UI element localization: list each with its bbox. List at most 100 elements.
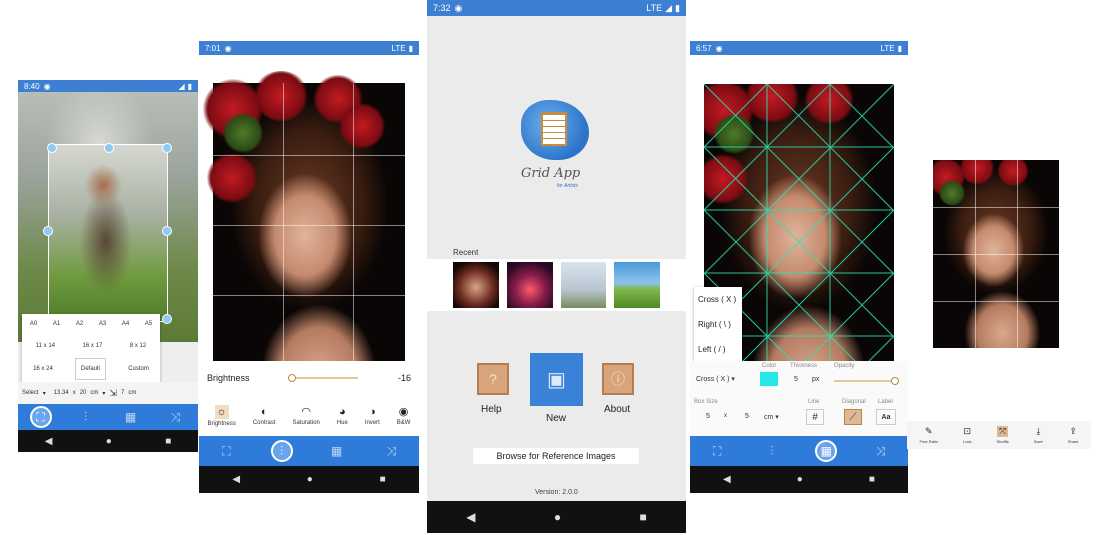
side-value[interactable]: 7 <box>121 390 124 396</box>
times-sign: x <box>724 413 727 419</box>
status-bar: 8:40 ◉ ◢ ▮ <box>18 80 198 92</box>
recents-icon[interactable]: ■ <box>640 510 647 524</box>
grid-icon[interactable]: ▦ <box>120 406 142 428</box>
box-width[interactable]: 5 <box>706 413 710 420</box>
diagonal-toggle[interactable]: ⟋ <box>844 409 862 425</box>
crop-handle-t[interactable] <box>104 143 114 153</box>
crop-handle-r[interactable] <box>162 226 172 236</box>
tool-contrast[interactable]: ◐ Contrast <box>253 406 276 426</box>
recents-icon[interactable]: ■ <box>869 474 875 485</box>
invert-icon: ◑ <box>368 405 376 418</box>
crop-handle-l[interactable] <box>43 226 53 236</box>
tool-brightness[interactable]: ☼ Brightness <box>207 404 236 427</box>
crop-handle-tl[interactable] <box>47 143 57 153</box>
shuffle-icon[interactable]: ⤨ <box>870 440 892 462</box>
home-icon[interactable]: ● <box>106 436 112 447</box>
tool-save[interactable]: ⤓ Save <box>1034 426 1043 444</box>
tool-label: Shuffle <box>996 439 1009 444</box>
crop-icon[interactable]: ⛶ <box>216 440 238 462</box>
tool-hue[interactable]: ◕ Hue <box>337 406 348 426</box>
crop-icon[interactable]: ⛶ <box>29 406 52 428</box>
color-swatch[interactable] <box>760 372 778 386</box>
menu-right[interactable]: Right ( \ ) <box>694 312 742 337</box>
recents-icon[interactable]: ■ <box>165 436 171 447</box>
home-icon[interactable]: ● <box>554 510 561 524</box>
tool-invert[interactable]: ◑ Invert <box>365 406 380 426</box>
paper-a0[interactable]: A0 <box>30 314 37 334</box>
status-time: 7:32 <box>433 3 451 13</box>
tool-free-ratio[interactable]: ✎ Free Ratio <box>919 426 938 444</box>
back-icon[interactable]: ◀ <box>45 436 53 447</box>
recent-thumb[interactable] <box>560 262 607 308</box>
back-icon[interactable]: ◀ <box>232 474 240 485</box>
adjust-tools: ☼ Brightness ◐ Contrast ◠ Saturation ◕ Hue ◑… <box>199 395 419 436</box>
adjust-icon[interactable]: ⫶ <box>761 440 783 462</box>
browse-button[interactable]: Browse for Reference Images <box>473 448 639 464</box>
back-icon[interactable]: ◀ <box>723 474 731 485</box>
tool-share[interactable]: ⇪ Share <box>1068 426 1079 444</box>
home-icon[interactable]: ● <box>797 474 803 485</box>
recent-thumb[interactable] <box>453 262 499 308</box>
crop-icon[interactable]: ⛶ <box>706 440 728 462</box>
paper-16x24[interactable]: 16 x 24 <box>33 358 53 380</box>
paper-custom[interactable]: Custom <box>128 358 149 380</box>
battery-icon: ▮ <box>187 81 192 91</box>
box-unit[interactable]: cm ▾ <box>764 413 779 421</box>
diagonal-label: Diagonal <box>842 399 866 405</box>
times-sign: x <box>72 390 76 396</box>
menu-cross[interactable]: Cross ( X ) <box>694 287 742 312</box>
label-toggle[interactable]: Aa <box>876 409 896 425</box>
home-icon[interactable]: ● <box>307 474 313 485</box>
paper-a5[interactable]: A5 <box>145 314 152 334</box>
opacity-slider[interactable] <box>834 377 899 385</box>
size-select[interactable]: Select <box>22 390 39 396</box>
paper-8x12[interactable]: 8 x 12 <box>130 334 146 358</box>
notification-icon: ◉ <box>224 43 232 53</box>
tool-bw[interactable]: ◉ B&W <box>397 405 411 426</box>
adjust-icon[interactable]: ⫶ <box>270 440 293 462</box>
line-toggle[interactable]: # <box>806 409 824 425</box>
new-button[interactable]: ▣ <box>530 353 583 406</box>
tool-shuffle[interactable]: ⤧ Shuffle <box>996 426 1009 444</box>
crop-region[interactable] <box>48 144 168 322</box>
type-select[interactable]: Cross ( X ) ▾ <box>696 375 735 383</box>
dim-width[interactable]: 13.34 <box>54 390 69 396</box>
recent-thumb[interactable] <box>614 262 660 308</box>
grid-icon[interactable]: ▦ <box>326 440 348 462</box>
paper-11x14[interactable]: 11 x 14 <box>36 334 55 358</box>
thickness-unit: px <box>812 376 820 383</box>
adjust-icon[interactable]: ⫶ <box>75 406 97 428</box>
thickness-label: Thickness <box>790 363 818 369</box>
tool-label: Contrast <box>252 419 276 426</box>
shuffle-icon[interactable]: ⤨ <box>165 406 187 428</box>
help-label: Help <box>481 404 502 415</box>
paper-a3[interactable]: A3 <box>99 314 106 334</box>
back-icon[interactable]: ◀ <box>466 510 475 524</box>
menu-left[interactable]: Left ( / ) <box>694 337 742 362</box>
tool-lock[interactable]: ⊡ Lock <box>963 426 971 444</box>
recent-thumb[interactable] <box>506 262 553 308</box>
paper-a4[interactable]: A4 <box>122 314 129 334</box>
crop-handle-br[interactable] <box>162 314 172 324</box>
logo-subtitle: for Artists <box>557 183 578 189</box>
shuffle-icon[interactable]: ⤨ <box>381 440 403 462</box>
tool-saturation[interactable]: ◠ Saturation <box>292 405 319 426</box>
thickness-input[interactable]: 5 <box>794 376 798 383</box>
gauge-icon: ◠ <box>301 406 311 418</box>
unit-select[interactable]: cm <box>90 390 98 396</box>
box-height[interactable]: 5 <box>745 413 749 420</box>
paper-16x17[interactable]: 16 x 17 <box>83 334 103 358</box>
paper-a2[interactable]: A2 <box>76 314 83 334</box>
share-icon: ⇪ <box>1069 426 1077 436</box>
paper-default[interactable]: Default <box>74 358 106 380</box>
crop-handle-tr[interactable] <box>162 143 172 153</box>
about-button[interactable]: ⓘ <box>602 363 634 395</box>
photo-portrait <box>203 71 405 401</box>
recents-icon[interactable]: ■ <box>380 474 386 485</box>
help-button[interactable]: ? <box>477 363 509 395</box>
grid-icon[interactable]: ▦ <box>815 440 838 462</box>
paper-a1[interactable]: A1 <box>53 314 60 334</box>
resize-icon[interactable]: ⇲ <box>109 388 117 399</box>
brightness-slider[interactable] <box>287 374 358 382</box>
dim-height[interactable]: 20 <box>80 390 87 396</box>
